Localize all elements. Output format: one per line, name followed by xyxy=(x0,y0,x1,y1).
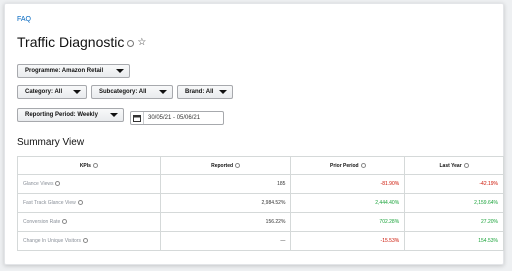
info-icon[interactable] xyxy=(92,162,98,168)
info-icon[interactable] xyxy=(83,238,88,244)
column-header-last-year: Last Year xyxy=(404,156,504,175)
kpi-label: Glance Views xyxy=(23,181,54,187)
date-range-text: 30/05/21 - 05/06/21 xyxy=(148,115,201,121)
caret-down-icon xyxy=(116,69,124,73)
caret-down-icon xyxy=(219,90,227,94)
prior-period-cell: -81.90% xyxy=(290,174,406,194)
info-icon[interactable] xyxy=(55,181,61,187)
summary-view-heading: Summary View xyxy=(17,137,85,148)
calendar-icon[interactable] xyxy=(131,112,144,124)
table-header-row: KPIs Reported Prior Period Last Year xyxy=(17,156,504,175)
kpi-cell: Change In Unique Visitors xyxy=(17,231,161,251)
prior-period-cell: -15.53% xyxy=(290,231,406,251)
column-header-prior-period: Prior Period xyxy=(290,156,406,175)
info-icon[interactable] xyxy=(463,162,469,168)
reported-cell: 2,984.52% xyxy=(159,193,292,213)
column-header-kpis: KPIs xyxy=(17,156,161,175)
reported-cell: 156.22% xyxy=(159,212,292,232)
last-year-cell: -42.19% xyxy=(404,174,504,194)
info-icon[interactable] xyxy=(360,162,366,168)
summary-table: KPIs Reported Prior Period Last Year Gla… xyxy=(17,156,504,251)
programme-dropdown[interactable]: Programme: Amazon Retail xyxy=(17,64,130,78)
date-range-picker[interactable]: 30/05/21 - 05/06/21 xyxy=(130,111,224,125)
column-header-label: Last Year xyxy=(439,162,462,169)
info-icon[interactable] xyxy=(77,200,83,206)
kpi-label: Change In Unique Visitors xyxy=(23,238,81,244)
column-header-label: Reported xyxy=(211,162,234,169)
page-title-text: Traffic Diagnostic xyxy=(17,34,125,50)
subcategory-dropdown-label: Subcategory: All xyxy=(99,89,147,95)
page-title: Traffic Diagnostic ☆ xyxy=(17,34,146,50)
prior-period-cell: 702.28% xyxy=(290,212,406,232)
last-year-cell: 27.20% xyxy=(404,212,504,232)
category-dropdown-label: Category: All xyxy=(25,89,63,95)
main-card: FAQ Traffic Diagnostic ☆ Programme: Amaz… xyxy=(4,3,504,265)
caret-down-icon xyxy=(73,90,81,94)
reported-cell: — xyxy=(159,231,292,251)
star-icon[interactable]: ☆ xyxy=(137,37,146,48)
info-icon[interactable] xyxy=(62,219,68,225)
reported-cell: 185 xyxy=(159,174,292,194)
caret-down-icon xyxy=(159,90,167,94)
kpi-label: Fast Track Glance View xyxy=(23,200,76,206)
kpi-cell: Glance Views xyxy=(17,174,161,194)
table-row: Change In Unique Visitors — -15.53% 154.… xyxy=(17,231,504,251)
reporting-period-dropdown[interactable]: Reporting Period: Weekly xyxy=(17,108,124,122)
table-row: Glance Views 185 -81.90% -42.19% xyxy=(17,174,504,194)
table-row: Fast Track Glance View 2,984.52% 2,444.4… xyxy=(17,193,504,213)
info-icon[interactable] xyxy=(127,39,135,47)
brand-dropdown[interactable]: Brand: All xyxy=(177,85,233,99)
last-year-cell: 154.53% xyxy=(404,231,504,251)
column-header-label: KPIs xyxy=(79,162,91,169)
subcategory-dropdown[interactable]: Subcategory: All xyxy=(91,85,173,99)
table-row: Conversion Rate 156.22% 702.28% 27.20% xyxy=(17,212,504,232)
last-year-cell: 2,159.64% xyxy=(404,193,504,213)
kpi-label: Conversion Rate xyxy=(23,219,61,225)
breadcrumb-faq-link[interactable]: FAQ xyxy=(17,16,31,23)
reporting-period-label: Reporting Period: Weekly xyxy=(25,112,98,118)
prior-period-cell: 2,444.40% xyxy=(290,193,406,213)
column-header-label: Prior Period xyxy=(329,162,359,169)
column-header-reported: Reported xyxy=(159,156,292,175)
kpi-cell: Conversion Rate xyxy=(17,212,161,232)
category-dropdown[interactable]: Category: All xyxy=(17,85,87,99)
info-icon[interactable] xyxy=(235,162,241,168)
brand-dropdown-label: Brand: All xyxy=(185,89,214,95)
caret-down-icon xyxy=(110,113,118,117)
programme-dropdown-label: Programme: Amazon Retail xyxy=(25,68,104,74)
kpi-cell: Fast Track Glance View xyxy=(17,193,161,213)
